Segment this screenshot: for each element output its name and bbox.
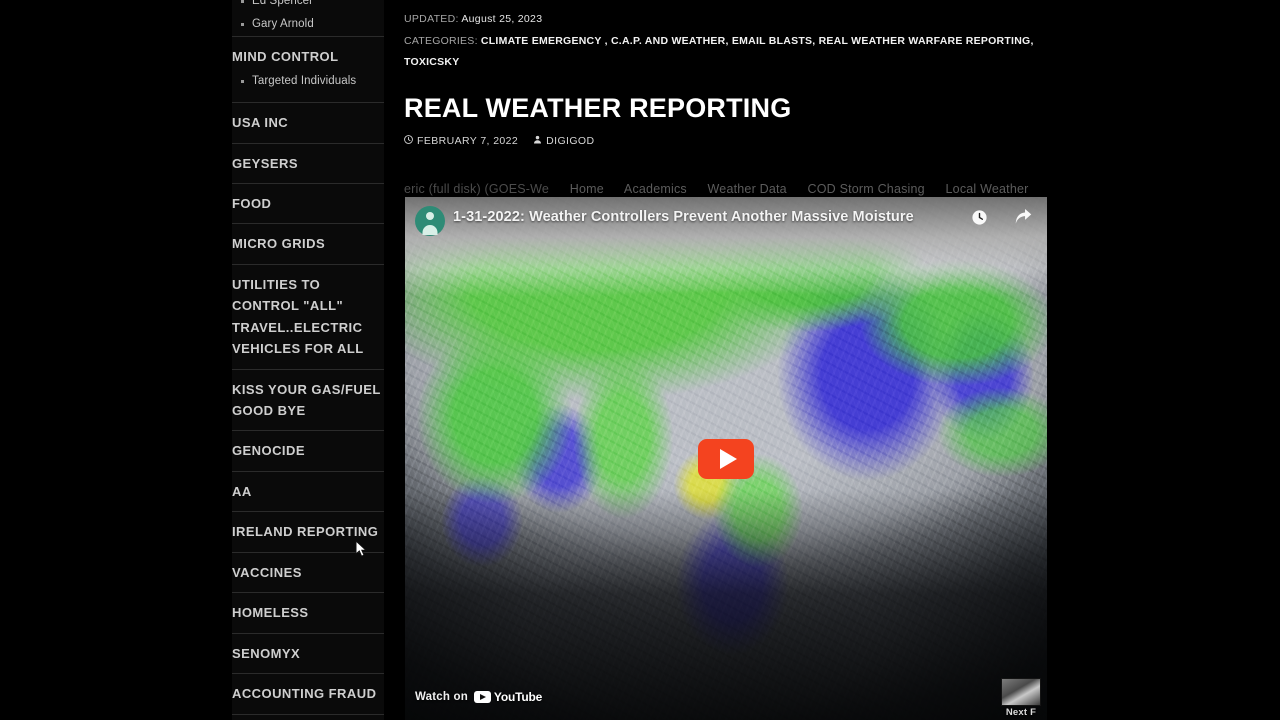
sidebar-item-utilities-to-control-all-travel[interactable]: UTILITIES TO CONTROL "ALL" TRAVEL..ELECT… [232,263,384,369]
clock-icon [404,134,413,147]
sidebar-item-label[interactable]: MIND CONTROL [232,46,384,67]
sidebar-item-label[interactable]: IRELAND REPORTING [232,521,384,542]
browser-page: Ed Spencer Gary Arnold MIND CONTROL Targ… [0,0,1280,720]
category-link-email-blasts[interactable]: EMAIL BLASTS, [732,35,816,47]
background-nav-link-home[interactable]: Home [570,182,604,196]
sidebar-item-mind-control[interactable]: MIND CONTROL Targeted Individuals [232,36,384,102]
sidebar-item-food[interactable]: FOOD [232,182,384,223]
sidebar-item-genocide[interactable]: GENOCIDE [232,430,384,470]
post-byline: FEBRUARY 7, 2022 DIGIGOD [404,135,1046,147]
page-title: REAL WEATHER REPORTING [404,93,792,124]
post-updated: UPDATED: August 25, 2023 [404,12,1046,27]
post-categories: CATEGORIES: CLIMATE EMERGENCY , C.A.P. A… [404,31,1046,72]
youtube-logo-icon: YouTube [473,690,543,704]
sidebar-item-label[interactable]: KISS YOUR GAS/FUEL GOOD BYE [232,379,384,422]
background-nav-link-academics[interactable]: Academics [624,182,687,196]
video-actions [971,205,1037,231]
background-nav-link-cod-storm-chasing[interactable]: COD Storm Chasing [808,182,925,196]
post-author[interactable]: DIGIGOD [546,135,594,147]
sidebar-subitems: Targeted Individuals [238,70,384,93]
watch-later-icon[interactable] [971,209,988,231]
next-video-thumbnail[interactable] [1001,678,1041,706]
sidebar-item-label[interactable]: AA [232,481,384,502]
updated-value: August 25, 2023 [461,13,543,25]
category-link-toxicsky[interactable]: TOXICSKY [404,56,459,68]
next-video-label: Next F [1005,707,1037,718]
background-nav-link-local-weather[interactable]: Local Weather [946,182,1029,196]
sidebar-item-label[interactable]: GEYSERS [232,153,384,174]
youtube-video-embed[interactable]: 1-31-2022: Weather Controllers Prevent A… [405,197,1047,720]
avatar[interactable] [415,206,445,236]
sidebar-item-label[interactable]: GENOCIDE [232,440,384,461]
sidebar-item-kiss-your-gas-fuel-good-bye[interactable]: KISS YOUR GAS/FUEL GOOD BYE [232,368,384,431]
youtube-play-badge-icon [473,691,491,703]
sidebar-subitem[interactable]: Ed Spencer [238,0,384,13]
sidebar-item-label[interactable]: FOOD [232,193,384,214]
sidebar-item-usa-inc[interactable]: USA INC [232,102,384,142]
categories-label: CATEGORIES: [404,35,478,48]
updated-label: UPDATED: [404,13,459,25]
sidebar: Ed Spencer Gary Arnold MIND CONTROL Targ… [232,0,384,720]
watch-on-label: Watch on [415,691,468,703]
next-video-suggestion[interactable]: Next F [1001,678,1041,718]
youtube-wordmark: YouTube [493,690,543,704]
sidebar-item-micro-grids[interactable]: MICRO GRIDS [232,223,384,263]
video-header: 1-31-2022: Weather Controllers Prevent A… [405,197,1047,236]
video-bottom-bar: Watch on YouTube Next F [405,674,1047,720]
sidebar-item-geysers[interactable]: GEYSERS [232,142,384,183]
sidebar-item-inventory-and-control[interactable]: INVENTORY AND CONTROL [232,713,384,720]
sidebar-top-subitems: Ed Spencer Gary Arnold [238,0,384,36]
main-content: UPDATED: August 25, 2023 CATEGORIES: CLI… [404,0,1047,720]
background-site-nav: eric (full disk) (GOES-We Home Academics… [404,182,1064,196]
sidebar-item-aa[interactable]: AA [232,470,384,511]
video-title[interactable]: 1-31-2022: Weather Controllers Prevent A… [453,205,971,226]
sidebar-item-label[interactable]: MICRO GRIDS [232,233,384,254]
sidebar-item-label[interactable]: VACCINES [232,562,384,583]
category-link-climate-emergency[interactable]: CLIMATE EMERGENCY , [481,35,608,47]
sidebar-item-accounting-fraud[interactable]: ACCOUNTING FRAUD [232,673,384,713]
sidebar-item-vaccines[interactable]: VACCINES [232,551,384,592]
background-page-label: eric (full disk) (GOES-We [404,182,550,196]
share-icon[interactable] [1014,209,1033,231]
sidebar-item-label[interactable]: UTILITIES TO CONTROL "ALL" TRAVEL..ELECT… [232,274,384,360]
post-date: FEBRUARY 7, 2022 [417,134,519,147]
category-link-real-weather-warfare-reporting[interactable]: REAL WEATHER WARFARE REPORTING, [819,35,1034,47]
play-button[interactable] [698,438,754,479]
sidebar-item-label[interactable]: USA INC [232,112,384,133]
sidebar-item-label[interactable]: SENOMYX [232,643,384,664]
sidebar-subitem[interactable]: Gary Arnold [238,13,384,36]
category-link-cap-and-weather[interactable]: C.A.P. AND WEATHER, [611,35,729,47]
watch-on-youtube-button[interactable]: Watch on YouTube [415,690,542,704]
background-nav-link-weather-data[interactable]: Weather Data [708,182,787,196]
user-icon [533,135,542,147]
sidebar-item-label[interactable]: HOMELESS [232,602,384,623]
sidebar-item-ireland-reporting[interactable]: IRELAND REPORTING [232,511,384,551]
sidebar-item-label[interactable]: ACCOUNTING FRAUD [232,683,384,704]
sidebar-item-homeless[interactable]: HOMELESS [232,592,384,632]
sidebar-item-senomyx[interactable]: SENOMYX [232,632,384,673]
sidebar-subitem-targeted-individuals[interactable]: Targeted Individuals [238,70,384,93]
